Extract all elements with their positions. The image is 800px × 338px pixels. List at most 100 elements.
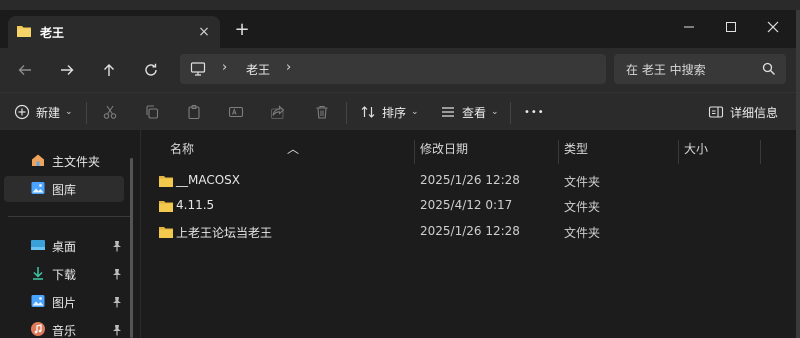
file-name: 上老王论坛当老王 xyxy=(176,226,273,240)
file-type: 文件夹 xyxy=(564,226,601,240)
toolbar-divider xyxy=(86,102,87,124)
column-divider[interactable] xyxy=(760,140,761,164)
share-icon xyxy=(271,105,285,119)
navigation-bar: › 老王 › 在 老王 中搜索 xyxy=(0,48,796,92)
view-button[interactable]: 查看 ⌄ xyxy=(440,100,499,124)
more-options-icon: ••• xyxy=(524,106,545,118)
add-circle-icon xyxy=(14,104,30,120)
new-button-label: 新建 xyxy=(36,105,61,120)
file-modified: 2025/1/26 12:28 xyxy=(420,224,520,238)
pin-icon[interactable] xyxy=(112,296,122,311)
view-button-label: 查看 xyxy=(462,105,487,120)
breadcrumb-current-folder[interactable]: 老王 xyxy=(246,61,270,78)
sidebar-scrollbar[interactable] xyxy=(130,158,133,338)
sidebar-item-desktop[interactable]: 桌面 xyxy=(4,233,124,259)
sidebar-item-label: 桌面 xyxy=(52,239,77,254)
folder-icon xyxy=(158,174,174,191)
sort-icon xyxy=(361,106,375,118)
file-explorer-window: 老王 × + › 老王 › 在 老王 中搜索 新建 ⌄ 排序 ⌄ 查看 ⌄ ••… xyxy=(0,10,796,338)
sidebar-item-music[interactable]: 音乐 xyxy=(4,317,124,338)
search-icon xyxy=(762,62,776,79)
chevron-down-icon: ⌄ xyxy=(491,107,499,117)
breadcrumb-separator[interactable]: › xyxy=(222,60,227,75)
column-header-name[interactable]: 名称 xyxy=(170,140,194,157)
file-row[interactable]: __MACOSX 2025/1/26 12:28 文件夹 xyxy=(142,169,782,193)
sidebar-item-pictures[interactable]: 图片 xyxy=(4,289,124,315)
column-header-size[interactable]: 大小 xyxy=(684,140,708,157)
forward-button[interactable] xyxy=(56,59,78,81)
sidebar-item-label: 图库 xyxy=(52,182,77,197)
address-bar[interactable]: › 老王 › xyxy=(180,54,606,84)
sidebar-divider xyxy=(8,216,132,217)
search-box[interactable]: 在 老王 中搜索 xyxy=(614,54,786,84)
folder-icon xyxy=(158,225,174,242)
column-header-type[interactable]: 类型 xyxy=(564,140,588,157)
window-edge xyxy=(796,10,800,338)
copy-button[interactable] xyxy=(144,100,160,124)
pin-icon[interactable] xyxy=(112,268,122,283)
column-header-modified[interactable]: 修改日期 xyxy=(420,140,468,157)
column-header-row: ︿ 名称 修改日期 类型 大小 xyxy=(142,130,782,164)
download-icon xyxy=(30,265,46,284)
refresh-button[interactable] xyxy=(140,59,162,81)
file-type: 文件夹 xyxy=(564,175,601,189)
new-button[interactable]: 新建 ⌄ xyxy=(14,100,73,124)
gallery-icon xyxy=(30,180,46,199)
file-modified: 2025/1/26 12:28 xyxy=(420,173,520,187)
forward-arrow-icon xyxy=(61,65,74,75)
back-button[interactable] xyxy=(14,59,36,81)
sidebar-item-downloads[interactable]: 下载 xyxy=(4,261,124,287)
file-row[interactable]: 上老王论坛当老王 2025/1/26 12:28 文件夹 xyxy=(142,220,782,244)
maximize-button[interactable] xyxy=(716,16,746,38)
scissors-icon xyxy=(103,105,117,119)
refresh-icon xyxy=(145,63,157,76)
cut-button[interactable] xyxy=(102,100,118,124)
file-type: 文件夹 xyxy=(564,200,601,214)
content-area: 主文件夹 图库 桌面 下载 图片 音乐 ︿ 名称 修改日期 类型 大小 __MA… xyxy=(0,130,796,338)
new-tab-button[interactable]: + xyxy=(232,20,252,40)
file-name: __MACOSX xyxy=(176,173,241,187)
column-divider[interactable] xyxy=(414,140,415,164)
minimize-button[interactable] xyxy=(674,16,704,38)
breadcrumb-separator[interactable]: › xyxy=(286,60,291,75)
clipboard-icon xyxy=(188,104,200,120)
toolbar-divider xyxy=(510,102,511,124)
delete-button[interactable] xyxy=(314,100,330,124)
toolbar-divider xyxy=(346,102,347,124)
up-button[interactable] xyxy=(98,59,120,81)
music-icon xyxy=(30,321,46,338)
home-icon xyxy=(30,152,46,171)
close-window-button[interactable] xyxy=(758,16,788,38)
copy-icon xyxy=(146,105,159,119)
desktop-icon xyxy=(30,237,46,256)
file-list: ︿ 名称 修改日期 类型 大小 __MACOSX 2025/1/26 12:28… xyxy=(142,130,796,338)
share-button[interactable] xyxy=(270,100,286,124)
more-options-button[interactable]: ••• xyxy=(524,100,545,124)
file-row[interactable]: 4.11.5 2025/4/12 0:17 文件夹 xyxy=(142,194,782,218)
trash-icon xyxy=(316,105,328,119)
sidebar-item-label: 下载 xyxy=(52,267,77,282)
sidebar-item-label: 图片 xyxy=(52,295,77,310)
sidebar-item-home[interactable]: 主文件夹 xyxy=(4,148,124,174)
pictures-icon xyxy=(30,293,46,312)
sidebar-item-gallery[interactable]: 图库 xyxy=(4,176,124,202)
pin-icon[interactable] xyxy=(112,240,122,255)
file-name: 4.11.5 xyxy=(176,198,215,212)
chevron-down-icon: ⌄ xyxy=(65,107,73,117)
back-arrow-icon xyxy=(18,65,31,75)
computer-icon xyxy=(190,61,206,80)
paste-button[interactable] xyxy=(186,100,202,124)
pin-icon[interactable] xyxy=(112,324,122,338)
navigation-pane: 主文件夹 图库 桌面 下载 图片 音乐 xyxy=(0,130,141,338)
tab-current-folder[interactable]: 老王 × xyxy=(8,16,220,48)
column-divider[interactable] xyxy=(678,140,679,164)
sort-button[interactable]: 排序 ⌄ xyxy=(360,100,419,124)
rename-button[interactable] xyxy=(228,100,244,124)
tab-title: 老王 xyxy=(40,25,65,40)
view-list-icon xyxy=(442,107,454,117)
column-divider[interactable] xyxy=(558,140,559,164)
desktop-strip xyxy=(0,0,800,10)
search-placeholder: 在 老王 中搜索 xyxy=(626,63,706,77)
tab-close-icon[interactable]: × xyxy=(196,24,212,40)
details-pane-button[interactable]: 详细信息 xyxy=(708,100,778,124)
